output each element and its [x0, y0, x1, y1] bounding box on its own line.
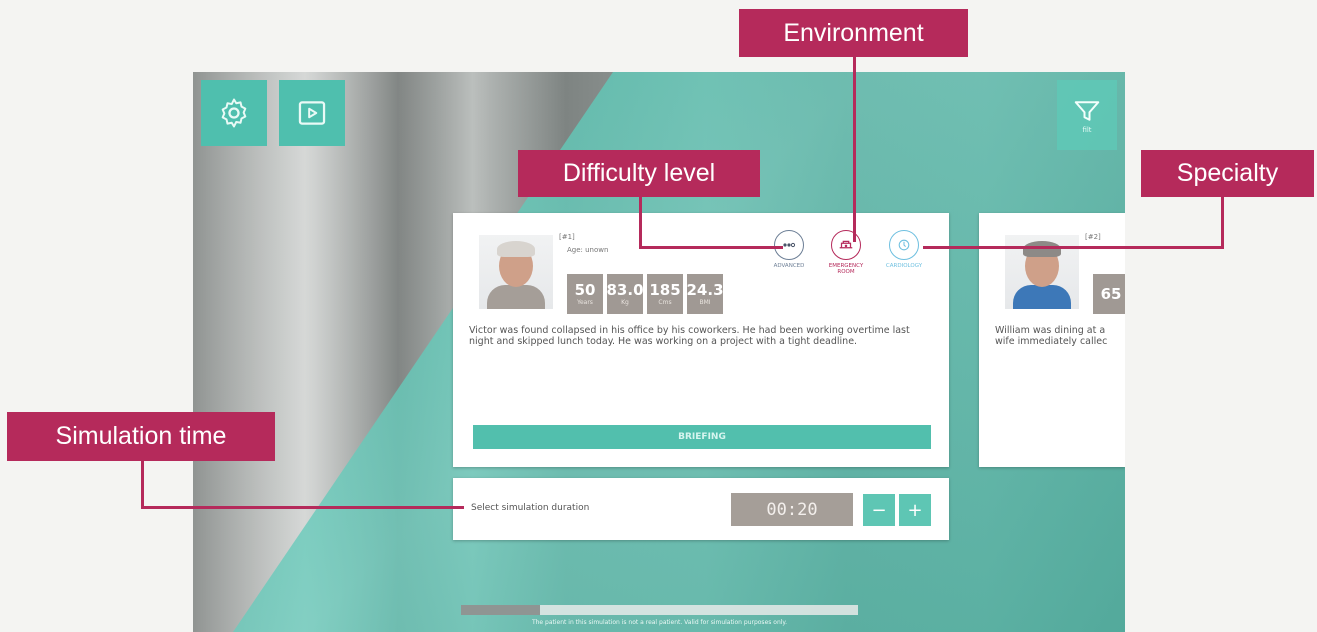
filter-caption: filt [1082, 126, 1092, 134]
difficulty-callout: Difficulty level [518, 150, 760, 197]
difficulty-caption: ADVANCED [773, 263, 805, 269]
filter-icon [1074, 101, 1100, 121]
carousel-progress[interactable] [461, 605, 858, 615]
case-id: [#2] [1085, 233, 1101, 241]
simulation-time-callout: Simulation time [7, 412, 275, 461]
vital-stats: 50 Years 83.0 Kg 185 Cms 24.3 BMI [567, 274, 724, 314]
specialty-callout: Specialty [1141, 150, 1314, 197]
specialty-leader-line [1221, 197, 1224, 249]
increase-duration-button[interactable]: + [899, 494, 931, 526]
specialty-caption: CARDIOLOGY [885, 263, 923, 269]
case-card-next[interactable]: [#2] 65 William was dining at a wife imm… [979, 213, 1125, 467]
simulation-time-leader-line [141, 461, 144, 509]
environment-callout: Environment [739, 9, 968, 57]
duration-value: 00:20 [731, 493, 853, 526]
decrease-duration-button[interactable]: − [863, 494, 895, 526]
difficulty-leader-line-h [639, 246, 783, 249]
stat-age: 50 Years [567, 274, 603, 314]
stat-weight: 83.0 Kg [607, 274, 644, 314]
environment-caption: EMERGENCY ROOM [828, 263, 864, 275]
duration-label: Select simulation duration [471, 503, 590, 513]
video-button[interactable] [279, 80, 345, 146]
difficulty-icon[interactable] [774, 230, 804, 260]
settings-button[interactable] [201, 80, 267, 146]
stat-height: 185 Cms [647, 274, 683, 314]
simulation-duration-panel: Select simulation duration 00:20 − + [453, 478, 949, 540]
stat-bmi: 24.3 BMI [687, 274, 724, 314]
specialty-leader-line-h [923, 246, 1224, 249]
case-card[interactable]: [#1] Age: unown 50 Years 83.0 Kg 185 Cms 24… [453, 213, 949, 467]
case-description: Victor was found collapsed in his office… [469, 325, 910, 347]
difficulty-leader-line [639, 197, 642, 248]
filter-button[interactable]: filt [1057, 80, 1117, 150]
environment-icon[interactable] [831, 230, 861, 260]
stat-age: 65 [1093, 274, 1125, 314]
patient-avatar [479, 235, 553, 309]
simulation-time-leader-line-h [141, 506, 464, 509]
play-video-icon [298, 101, 326, 125]
vital-stats: 65 [1093, 274, 1125, 314]
disclaimer-text: The patient in this simulation is not a … [531, 619, 788, 626]
progress-fill [461, 605, 541, 615]
environment-leader-line [853, 57, 856, 242]
case-id: [#1] [559, 233, 575, 241]
case-description: William was dining at a wife immediately… [995, 325, 1108, 347]
case-age: Age: unown [567, 246, 609, 254]
briefing-button[interactable]: BRIEFING [473, 425, 931, 449]
gear-icon [221, 98, 247, 128]
specialty-icon[interactable] [889, 230, 919, 260]
